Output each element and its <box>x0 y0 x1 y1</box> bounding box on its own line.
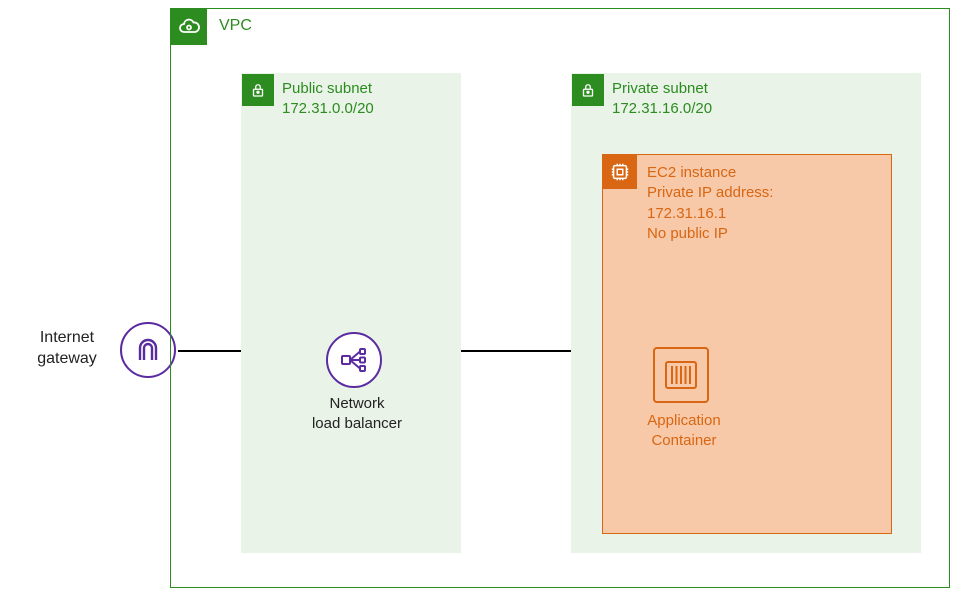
vpc-label: VPC <box>219 17 252 35</box>
ec2-line3: 172.31.16.1 <box>647 204 773 224</box>
internet-gateway-icon <box>120 322 176 378</box>
vpc-badge <box>171 9 207 45</box>
private-subnet-cidr: 172.31.16.0/20 <box>612 100 712 117</box>
nlb-icon <box>326 332 382 388</box>
private-subnet-badge <box>572 74 604 106</box>
container-label-line2: Container <box>651 432 716 449</box>
ec2-line4: No public IP <box>647 224 773 244</box>
lock-icon <box>579 81 597 99</box>
cloud-icon <box>177 15 201 39</box>
public-subnet-box: Public subnet 172.31.0.0/20 Network load… <box>241 73 461 553</box>
container-icon <box>663 357 699 393</box>
private-subnet-title: Private subnet <box>612 80 708 97</box>
igw-label-line2: gateway <box>37 350 97 367</box>
nlb-label-line1: Network <box>329 395 384 412</box>
lock-icon <box>249 81 267 99</box>
ec2-instance-box: EC2 instance Private IP address: 172.31.… <box>602 154 892 534</box>
ec2-text: EC2 instance Private IP address: 172.31.… <box>647 163 773 244</box>
gateway-arch-icon <box>132 334 164 366</box>
internet-gateway-label: Internet gateway <box>22 328 112 370</box>
public-subnet-badge <box>242 74 274 106</box>
diagram-canvas: Internet gateway VPC <box>0 0 968 602</box>
chip-icon <box>609 161 631 183</box>
igw-label-line1: Internet <box>40 329 94 346</box>
nlb-label: Network load balancer <box>302 394 412 433</box>
public-subnet-title: Public subnet <box>282 80 372 97</box>
nlb-label-line2: load balancer <box>312 415 402 432</box>
vpc-box: VPC Public subnet 172.31.0.0/20 <box>170 8 950 588</box>
ec2-badge <box>603 155 637 189</box>
container-label: Application Container <box>629 411 739 450</box>
private-subnet-box: Private subnet 172.31.16.0/20 EC2 instan… <box>571 73 921 553</box>
load-balancer-icon <box>338 344 370 376</box>
ec2-line2: Private IP address: <box>647 183 773 203</box>
container-icon-box <box>653 347 709 403</box>
container-label-line1: Application <box>647 412 720 429</box>
public-subnet-cidr: 172.31.0.0/20 <box>282 100 374 117</box>
ec2-line1: EC2 instance <box>647 163 773 183</box>
